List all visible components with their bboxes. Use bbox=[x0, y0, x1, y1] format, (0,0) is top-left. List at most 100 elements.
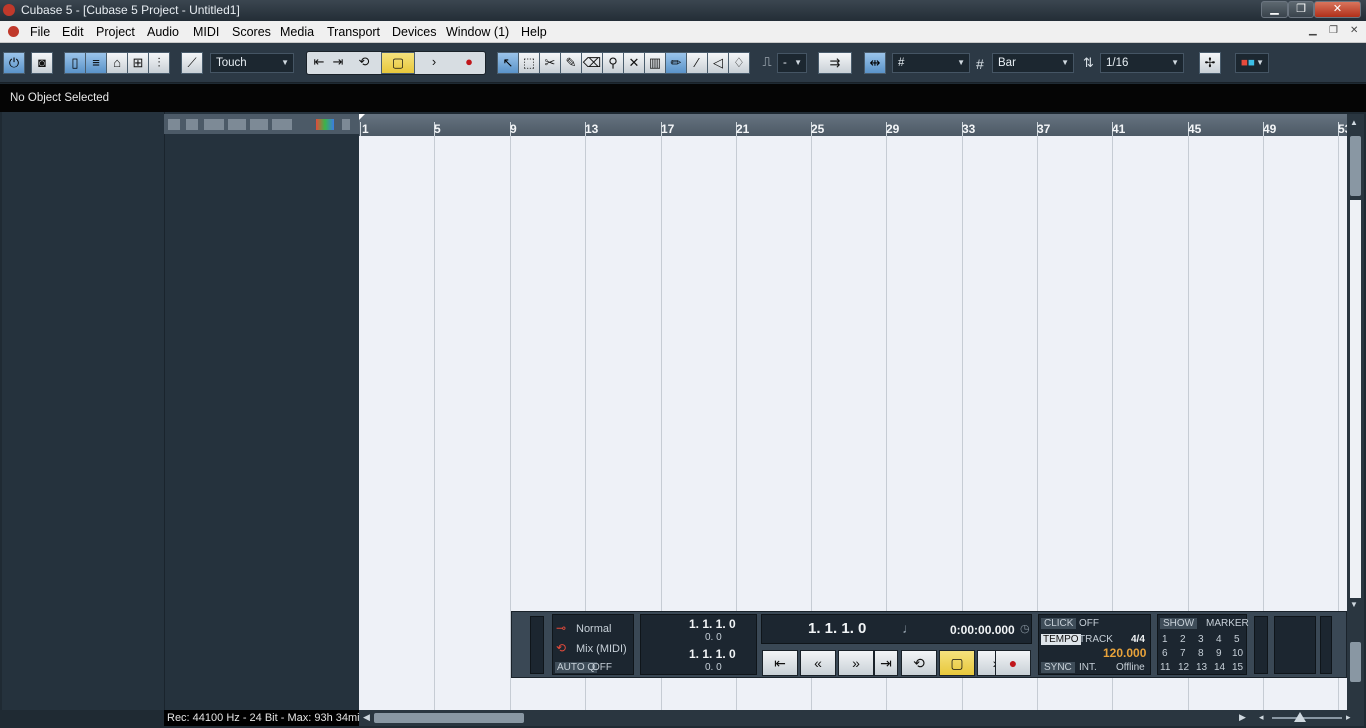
global-mute-icon[interactable] bbox=[204, 119, 224, 130]
zoom-tool-icon[interactable]: ⚲ bbox=[602, 52, 624, 74]
scroll-up-icon[interactable]: ▲ bbox=[1350, 118, 1358, 127]
cycle-button[interactable]: ⟲ bbox=[901, 650, 937, 676]
track-height-slider[interactable] bbox=[1350, 642, 1361, 682]
erase-tool-icon[interactable]: ⌫ bbox=[581, 52, 603, 74]
play-tool-icon[interactable]: ◁ bbox=[707, 52, 729, 74]
zoom-in-icon[interactable]: ▸ bbox=[1346, 712, 1351, 723]
play-icon[interactable]: › bbox=[420, 52, 448, 74]
time-signature[interactable]: 4/4 bbox=[1131, 634, 1145, 645]
grid-type-select[interactable]: Bar ▼ bbox=[992, 53, 1074, 73]
show-pool-button[interactable]: ⊞ bbox=[127, 52, 149, 74]
scroll-down-icon[interactable]: ▼ bbox=[1350, 600, 1358, 609]
tempo-button[interactable]: TEMPO bbox=[1041, 634, 1081, 645]
glue-tool-icon[interactable]: ✎ bbox=[560, 52, 582, 74]
menu-midi[interactable]: MIDI bbox=[193, 25, 219, 39]
menu-transport[interactable]: Transport bbox=[327, 25, 380, 39]
zoom-slider-thumb[interactable] bbox=[1294, 712, 1306, 722]
click-button[interactable]: CLICK bbox=[1041, 618, 1077, 629]
mdi-minimize-icon[interactable]: ▁ bbox=[1309, 25, 1317, 36]
show-info-line-button[interactable]: ≡ bbox=[85, 52, 107, 74]
color-palette-select[interactable]: ■■ ▼ bbox=[1235, 53, 1269, 73]
marker-14[interactable]: 14 bbox=[1214, 662, 1225, 673]
ruler[interactable]: 1 5 9 13 17 21 25 29 33 37 41 45 49 53 bbox=[359, 114, 1351, 136]
marker-9[interactable]: 9 bbox=[1216, 648, 1222, 659]
secondary-time-display[interactable]: 0:00:00.000 bbox=[950, 623, 1015, 637]
mdi-close-icon[interactable]: ✕ bbox=[1350, 25, 1358, 36]
show-overview-button[interactable]: ⌂ bbox=[106, 52, 128, 74]
left-locator-marker[interactable] bbox=[359, 114, 365, 120]
auto-scroll-icon[interactable]: ⎍ bbox=[756, 52, 778, 74]
activate-project-button[interactable]: ⏻ bbox=[3, 52, 25, 74]
cycle-icon[interactable]: ⟲ bbox=[350, 52, 378, 74]
line-tool-icon[interactable]: ∕ bbox=[686, 52, 708, 74]
show-markers-button[interactable]: SHOW bbox=[1160, 618, 1198, 629]
automation-mode-select[interactable]: Touch ▼ bbox=[210, 53, 294, 73]
maximize-button[interactable]: ❐ bbox=[1288, 1, 1314, 18]
autoq-button[interactable]: AUTO Q bbox=[555, 662, 598, 673]
go-to-end-button[interactable]: ⇥ bbox=[874, 650, 898, 676]
snap-mode-icon[interactable]: ⇉ bbox=[818, 52, 852, 74]
mute-tool-icon[interactable]: ✕ bbox=[623, 52, 645, 74]
global-write-icon[interactable] bbox=[272, 119, 292, 130]
record-button[interactable]: ● bbox=[995, 650, 1031, 676]
quantize-select[interactable]: 1/16 ▼ bbox=[1100, 53, 1184, 73]
horizontal-scrollbar[interactable]: ◀ ▶ bbox=[359, 710, 1254, 726]
stop-icon[interactable]: ▢ bbox=[381, 52, 415, 74]
right-locator[interactable]: 1. 1. 1. 0 bbox=[689, 647, 736, 661]
range-selection-tool-icon[interactable]: ⬚ bbox=[518, 52, 540, 74]
sync-button[interactable]: SYNC bbox=[1041, 662, 1075, 673]
vertical-scrollbar[interactable]: ▲ ▼ bbox=[1347, 114, 1364, 710]
show-mixer-button[interactable]: ⫶ bbox=[148, 52, 170, 74]
snap-zero-crossing-icon[interactable]: ⇹ bbox=[864, 52, 886, 74]
marker-11[interactable]: 11 bbox=[1160, 662, 1170, 673]
scroll-right-icon[interactable]: ▶ bbox=[1239, 712, 1246, 723]
color-tool-icon[interactable]: ♢ bbox=[728, 52, 750, 74]
fast-forward-button[interactable]: » bbox=[838, 650, 874, 676]
track-scale-icon[interactable] bbox=[342, 119, 350, 130]
automation-mode-icon[interactable]: ⟋ bbox=[181, 52, 203, 74]
app-menu-icon[interactable] bbox=[8, 26, 19, 37]
menu-edit[interactable]: Edit bbox=[62, 25, 84, 39]
record-icon[interactable]: ● bbox=[455, 52, 483, 74]
stop-button[interactable]: ▢ bbox=[939, 650, 975, 676]
object-selection-tool-icon[interactable]: ↖ bbox=[497, 52, 519, 74]
minimize-button[interactable]: ▁ bbox=[1261, 1, 1288, 18]
tempo-value[interactable]: 120.000 bbox=[1103, 646, 1146, 660]
marker-6[interactable]: 6 bbox=[1162, 648, 1168, 659]
grid-select[interactable]: # ▼ bbox=[892, 53, 970, 73]
marker-7[interactable]: 7 bbox=[1180, 648, 1186, 659]
track-folder-icon[interactable] bbox=[186, 119, 198, 130]
marker-10[interactable]: 10 bbox=[1232, 648, 1243, 659]
menu-help[interactable]: Help bbox=[521, 25, 547, 39]
marker-2[interactable]: 2 bbox=[1180, 634, 1186, 645]
menu-window[interactable]: Window (1) bbox=[446, 25, 509, 39]
global-solo-icon[interactable] bbox=[228, 119, 246, 130]
marker-15[interactable]: 15 bbox=[1232, 662, 1243, 673]
scroll-left-icon[interactable]: ◀ bbox=[363, 712, 370, 723]
time-warp-tool-icon[interactable]: ▥ bbox=[644, 52, 666, 74]
track-list[interactable] bbox=[164, 112, 359, 710]
marker-1[interactable]: 1 bbox=[1162, 634, 1168, 645]
primary-time-display[interactable]: 1. 1. 1. 0 bbox=[808, 620, 866, 637]
vertical-scroll-thumb[interactable] bbox=[1350, 200, 1361, 598]
go-to-end-icon[interactable]: ⇥ bbox=[327, 52, 349, 74]
track-list-menu-icon[interactable] bbox=[168, 119, 180, 130]
rewind-button[interactable]: « bbox=[800, 650, 836, 676]
horizontal-zoom[interactable]: ◂ ▸ bbox=[1254, 710, 1364, 726]
zoom-tracks-slider[interactable] bbox=[1350, 136, 1361, 196]
iterative-quantize-icon[interactable]: ✢ bbox=[1199, 52, 1221, 74]
menu-project[interactable]: Project bbox=[96, 25, 135, 39]
marker-8[interactable]: 8 bbox=[1198, 648, 1204, 659]
marker-5[interactable]: 5 bbox=[1234, 634, 1240, 645]
show-inspector-button[interactable]: ▯ bbox=[64, 52, 86, 74]
track-colors-icon[interactable] bbox=[316, 119, 334, 130]
record-mode-select[interactable]: Normal bbox=[576, 623, 611, 635]
cycle-mode-select[interactable]: Mix (MIDI) bbox=[576, 643, 627, 655]
split-tool-icon[interactable]: ✂ bbox=[539, 52, 561, 74]
master-level-fader[interactable] bbox=[1320, 616, 1332, 674]
marker-4[interactable]: 4 bbox=[1216, 634, 1222, 645]
left-locator[interactable]: 1. 1. 1. 0 bbox=[689, 617, 736, 631]
marker-13[interactable]: 13 bbox=[1196, 662, 1207, 673]
zoom-out-icon[interactable]: ◂ bbox=[1259, 712, 1264, 723]
quantize-preset-select[interactable]: - ▼ bbox=[777, 53, 807, 73]
